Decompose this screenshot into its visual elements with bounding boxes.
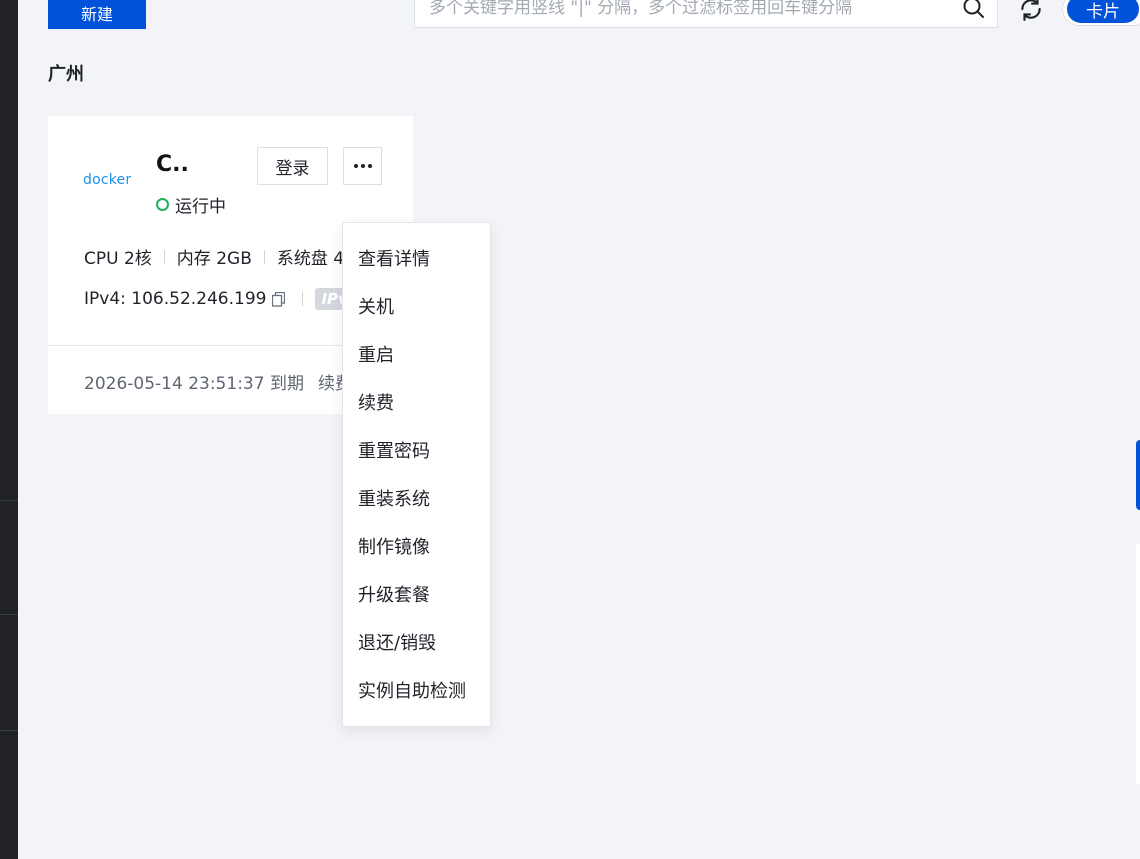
search-input[interactable] xyxy=(415,0,961,27)
view-toggle[interactable]: 卡片 xyxy=(1062,0,1140,26)
floating-side-tab[interactable] xyxy=(1136,440,1140,510)
sidebar-divider xyxy=(0,500,18,501)
menu-item-create-image[interactable]: 制作镜像 xyxy=(358,533,430,563)
divider xyxy=(302,292,304,306)
login-button[interactable]: 登录 xyxy=(257,147,328,185)
instance-name[interactable]: C.. xyxy=(156,152,189,177)
divider xyxy=(163,249,165,264)
ip-row: IPv4: 106.52.246.199 IPv6 xyxy=(84,288,365,310)
region-title: 广州 xyxy=(48,64,84,85)
menu-item-reset-password[interactable]: 重置密码 xyxy=(358,437,430,467)
ipv4-address: IPv4: 106.52.246.199 xyxy=(84,289,267,309)
status-label: 运行中 xyxy=(175,197,226,217)
new-instance-button[interactable]: 新建 xyxy=(48,0,146,29)
menu-item-self-check[interactable]: 实例自助检测 xyxy=(358,677,466,707)
menu-item-view-details[interactable]: 查看详情 xyxy=(358,245,430,275)
card-view-option[interactable]: 卡片 xyxy=(1067,0,1139,23)
spec-cpu: CPU 2核 xyxy=(84,249,152,269)
running-status-icon xyxy=(156,198,169,211)
refresh-icon[interactable] xyxy=(1016,0,1046,24)
menu-item-upgrade-plan[interactable]: 升级套餐 xyxy=(358,581,430,611)
menu-item-return-destroy[interactable]: 退还/销毁 xyxy=(358,629,436,659)
menu-item-reinstall-system[interactable]: 重装系统 xyxy=(358,485,430,515)
spec-memory: 内存 2GB xyxy=(176,249,252,269)
menu-item-shutdown[interactable]: 关机 xyxy=(358,293,394,323)
side-panel-edge xyxy=(1136,544,1140,784)
search-box xyxy=(414,0,998,28)
docker-logo: docker xyxy=(83,172,132,188)
copy-icon[interactable] xyxy=(272,291,286,307)
menu-item-restart[interactable]: 重启 xyxy=(358,341,394,371)
expire-time: 2026-05-14 23:51:37 到期 xyxy=(84,374,304,394)
more-actions-menu: 查看详情 关机 重启 续费 重置密码 重装系统 制作镜像 升级套餐 退还/销毁 … xyxy=(342,222,491,727)
ellipsis-icon xyxy=(353,164,372,168)
sidebar-divider xyxy=(0,614,18,615)
status-indicator: 运行中 xyxy=(156,192,226,217)
sidebar-divider xyxy=(0,730,18,731)
search-icon[interactable] xyxy=(961,0,987,21)
more-actions-button[interactable] xyxy=(343,147,382,185)
divider xyxy=(263,249,265,264)
left-sidebar xyxy=(0,0,18,859)
spec-row: CPU 2核 内存 2GB 系统盘 40GB xyxy=(84,244,380,269)
menu-item-renew[interactable]: 续费 xyxy=(358,389,394,419)
